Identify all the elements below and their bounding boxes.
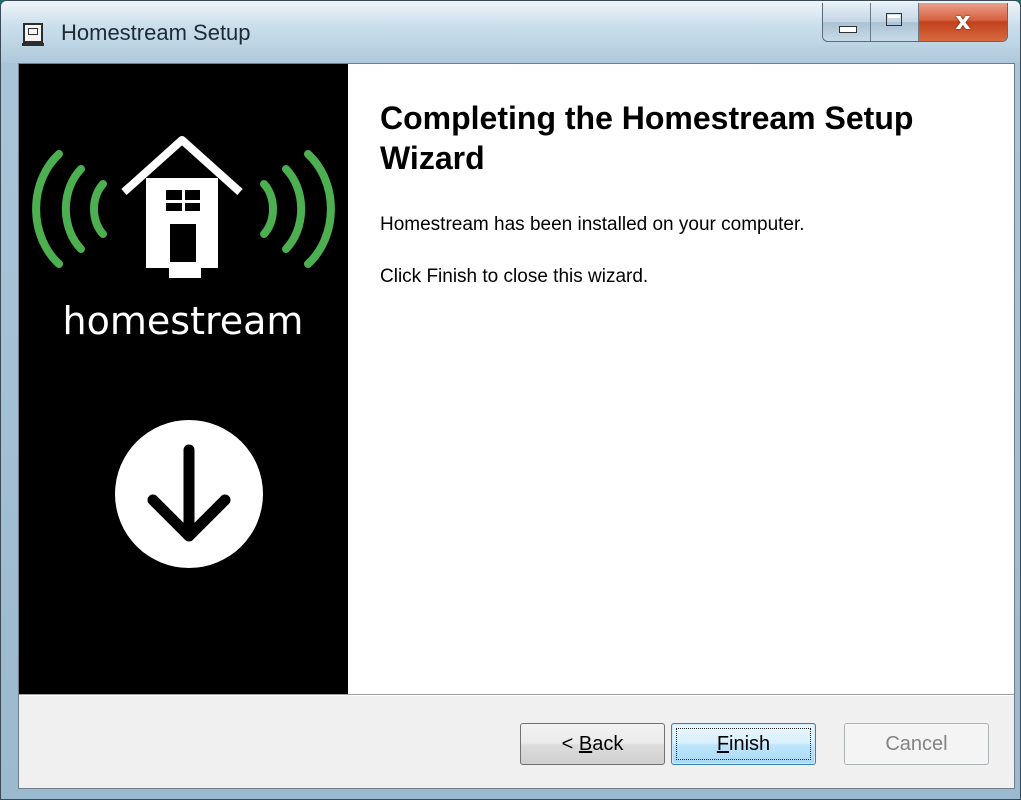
finish-instruction-text: Click Finish to close this wizard. xyxy=(380,266,649,287)
install-status-text: Homestream has been installed on your co… xyxy=(380,214,805,235)
wizard-client-area: homestream Completing the Homestream Set… xyxy=(18,63,1015,789)
minimize-icon xyxy=(839,26,857,33)
focus-rectangle xyxy=(676,728,811,760)
app-icon[interactable] xyxy=(22,23,44,46)
banner-graphic: homestream xyxy=(32,136,335,568)
setup-window: Homestream Setup x homestream Completing… xyxy=(0,0,1021,800)
back-button-prefix: < xyxy=(561,732,579,755)
back-button-mnemonic: B xyxy=(578,732,593,755)
minimize-button[interactable] xyxy=(823,3,871,41)
back-button[interactable]: < Back xyxy=(520,723,665,765)
title-bar[interactable]: Homestream Setup x xyxy=(1,1,1020,63)
cancel-button: Cancel xyxy=(844,723,989,765)
caption-buttons: x xyxy=(822,3,1008,42)
close-button[interactable]: x xyxy=(919,3,1007,41)
window-title: Homestream Setup xyxy=(61,20,251,45)
close-icon: x xyxy=(955,7,971,35)
wizard-content-panel: Completing the Homestream Setup Wizard H… xyxy=(348,64,1014,694)
footer-divider xyxy=(19,694,1014,696)
banner-brand-text: homestream xyxy=(63,299,304,343)
download-arrow-icon xyxy=(115,420,263,568)
finish-button[interactable]: Finish xyxy=(671,723,816,765)
page-title: Completing the Homestream Setup Wizard xyxy=(380,100,914,176)
maximize-button[interactable] xyxy=(871,3,919,41)
maximize-icon xyxy=(886,13,902,26)
wizard-banner: homestream xyxy=(19,64,348,694)
back-button-label: ack xyxy=(592,732,624,755)
cancel-button-label: Cancel xyxy=(885,732,948,755)
house-icon xyxy=(121,136,243,278)
